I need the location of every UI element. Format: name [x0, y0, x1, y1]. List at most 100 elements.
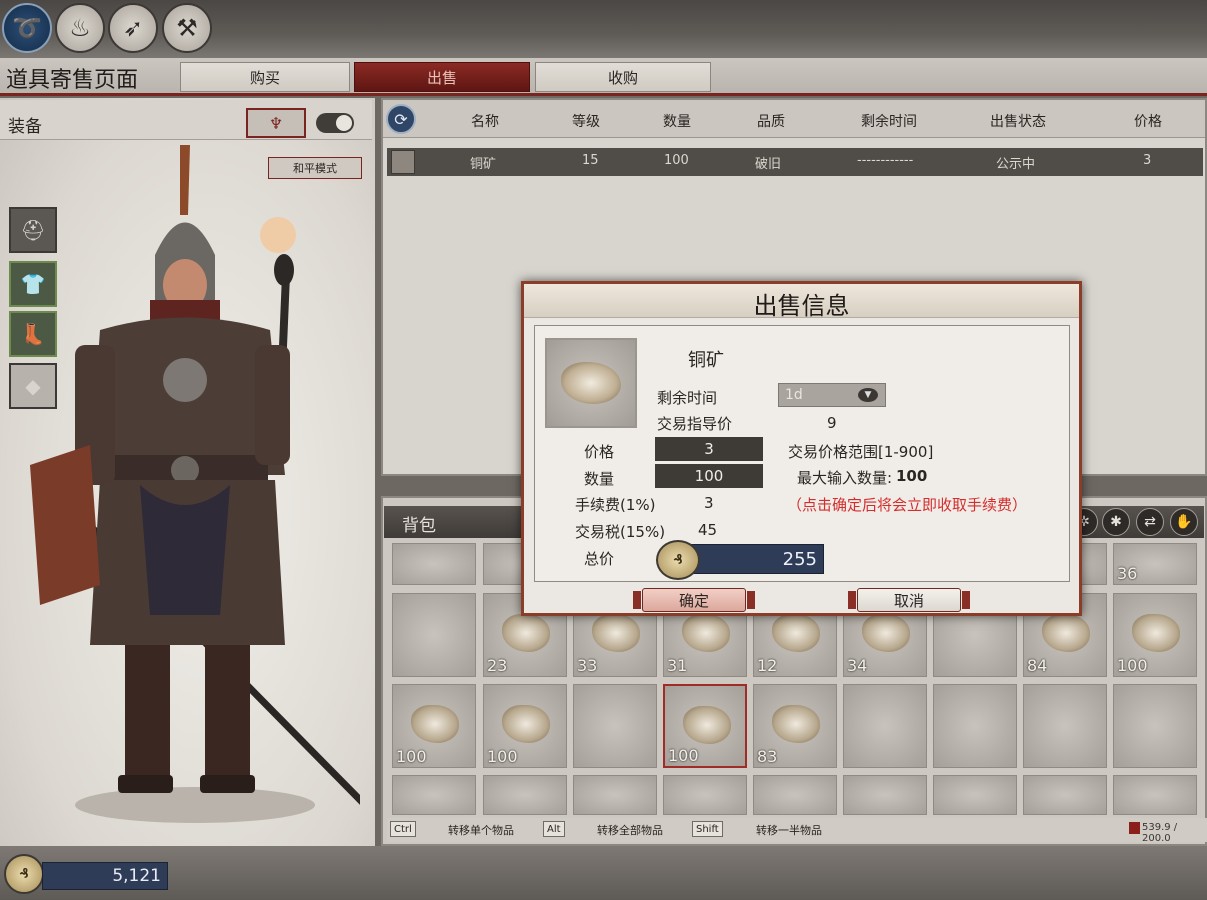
cancel-button[interactable]: 取消	[848, 588, 970, 612]
total-price: 255	[690, 544, 824, 574]
backpack-slot[interactable]: 100	[392, 684, 476, 768]
row-time: ------------	[857, 153, 914, 168]
backpack-slot[interactable]	[753, 775, 837, 815]
refresh-icon[interactable]: ⟳	[386, 104, 416, 134]
weight-icon	[1129, 822, 1140, 834]
backpack-slot[interactable]	[392, 543, 476, 585]
backpack-slot[interactable]	[933, 775, 1017, 815]
money-display: 5,121	[42, 862, 168, 890]
shift-key: Shift	[692, 821, 723, 837]
crossbow-icon[interactable]: ➶	[108, 3, 158, 53]
backpack-slot[interactable]: 36	[1113, 543, 1197, 585]
anvil-icon[interactable]: ⚒	[162, 3, 212, 53]
fee-value: 3	[704, 494, 714, 512]
backpack-slot[interactable]	[1023, 684, 1107, 768]
col-remaining-time[interactable]: 剩余时间	[861, 111, 917, 131]
col-sale-status[interactable]: 出售状态	[990, 111, 1046, 131]
backpack-slot[interactable]	[843, 775, 927, 815]
max-qty-label: 最大输入数量:	[797, 469, 893, 487]
tax-label: 交易税(15%)	[575, 523, 666, 541]
backpack-slot[interactable]: 100	[663, 684, 747, 768]
dialog-title: 出售信息	[753, 292, 850, 320]
row-name: 铜矿	[470, 157, 497, 172]
dialog-item-name: 铜矿	[688, 350, 724, 371]
price-label: 价格	[584, 443, 615, 461]
total-label: 总价	[584, 550, 615, 568]
button-cap	[747, 591, 755, 609]
item-count: 100	[396, 747, 427, 766]
campfire-icon[interactable]: ♨	[55, 3, 105, 53]
confirm-button[interactable]: 确定	[633, 588, 755, 612]
remaining-time-label: 剩余时间	[657, 389, 718, 407]
col-quantity[interactable]: 数量	[663, 111, 691, 131]
weight-display: 539.9 / 200.0	[1142, 822, 1178, 844]
item-count: 23	[487, 656, 508, 675]
backpack-slot[interactable]	[392, 593, 476, 677]
quantity-input[interactable]: 100	[655, 464, 763, 488]
item-count: 31	[667, 656, 688, 675]
hand-icon[interactable]: ✋	[1170, 508, 1198, 536]
col-price[interactable]: 价格	[1134, 111, 1162, 131]
coin-icon: ₰	[4, 854, 44, 894]
backpack-slot[interactable]: 100	[1113, 593, 1197, 677]
row-quantity: 100	[664, 153, 689, 168]
backpack-slot[interactable]	[573, 775, 657, 815]
button-cap	[848, 591, 856, 609]
item-icon	[1042, 614, 1090, 652]
item-count: 36	[1117, 564, 1138, 583]
item-icon	[683, 706, 731, 744]
alt-hint: 转移全部物品	[597, 824, 663, 837]
item-icon	[772, 614, 820, 652]
row-quality: 破旧	[755, 157, 782, 172]
col-level[interactable]: 等级	[572, 111, 600, 131]
backpack-slot[interactable]	[933, 684, 1017, 768]
max-qty-value: 100	[896, 467, 928, 485]
tab-buy[interactable]: 购买	[180, 62, 350, 92]
row-status: 公示中	[996, 157, 1036, 172]
guide-price-label: 交易指导价	[657, 415, 733, 433]
bottom-bar	[0, 846, 1207, 900]
backpack-slot[interactable]	[1023, 775, 1107, 815]
table-row[interactable]	[387, 148, 1203, 176]
chevron-down-icon[interactable]: ▼	[858, 388, 878, 402]
toggle-knob	[336, 115, 352, 131]
swap-icon[interactable]: ⇄	[1136, 508, 1164, 536]
tax-value: 45	[698, 521, 718, 539]
backpack-slot[interactable]: 83	[753, 684, 837, 768]
item-count: 83	[757, 747, 778, 766]
listing-header	[383, 100, 1205, 138]
backpack-slot[interactable]	[663, 775, 747, 815]
tab-acquire[interactable]: 收购	[535, 62, 711, 92]
copper-ore-icon	[391, 150, 415, 174]
backpack-slot[interactable]	[573, 684, 657, 768]
backpack-slot[interactable]	[392, 775, 476, 815]
col-quality[interactable]: 品质	[757, 111, 785, 131]
alt-key: Alt	[543, 821, 565, 837]
page-title: 道具寄售页面	[6, 68, 139, 93]
confirm-label: 确定	[678, 591, 709, 610]
item-count: 34	[847, 656, 868, 675]
item-icon	[772, 705, 820, 743]
backpack-slot[interactable]: 100	[483, 684, 567, 768]
character-portrait	[30, 145, 360, 823]
item-icon	[1132, 614, 1180, 652]
guide-price-value: 9	[827, 414, 837, 432]
horse-saddle-icon[interactable]: ➰	[2, 3, 52, 53]
item-count: 84	[1027, 656, 1048, 675]
shift-hint: 转移一半物品	[756, 824, 822, 837]
price-input[interactable]: 3	[655, 437, 763, 461]
backpack-slot[interactable]	[483, 775, 567, 815]
backpack-slot[interactable]	[1113, 684, 1197, 768]
col-name[interactable]: 名称	[471, 111, 499, 131]
item-icon	[502, 705, 550, 743]
item-count: 100	[668, 746, 699, 765]
price-range: 交易价格范围[1-900]	[788, 443, 934, 461]
quantity-label: 数量	[584, 470, 615, 488]
faction-emblem-icon[interactable]: ♆	[246, 108, 306, 138]
row-price: 3	[1143, 153, 1152, 168]
tab-sell[interactable]: 出售	[354, 62, 530, 92]
backpack-slot[interactable]	[1113, 775, 1197, 815]
item-count: 100	[487, 747, 518, 766]
sort-icon[interactable]: ✱	[1102, 508, 1130, 536]
backpack-slot[interactable]	[843, 684, 927, 768]
